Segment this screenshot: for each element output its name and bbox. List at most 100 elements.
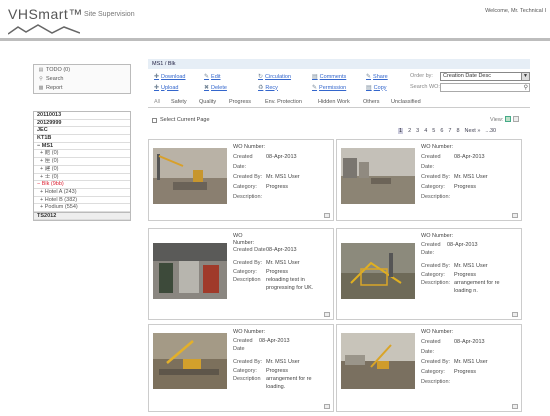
tree-node-podium[interactable]: + Podium (554) xyxy=(34,204,130,212)
filter-others[interactable]: Others xyxy=(363,99,380,105)
recy-button[interactable]: ♻ Recy xyxy=(258,84,278,92)
work-order-card[interactable]: WO Number: Created Date: 08-Apr-2013 Crea… xyxy=(336,228,522,320)
page-link[interactable]: 4 xyxy=(424,128,427,134)
search-link[interactable]: ⚲ Search xyxy=(34,74,130,83)
card-select-checkbox[interactable] xyxy=(512,213,518,218)
select-page-checkbox[interactable] xyxy=(152,117,157,123)
tree-node-hotel-b[interactable]: + Hotel B (382) xyxy=(34,197,130,205)
select-current-page[interactable]: Select Current Page xyxy=(152,117,210,123)
report-link[interactable]: ▩ Report xyxy=(34,83,130,92)
page-link[interactable]: 2 xyxy=(408,128,411,134)
created-date-value: 08-Apr-2013 xyxy=(266,154,297,160)
grid-view-icon[interactable] xyxy=(505,116,511,122)
created-by-value: Mr. MS1 User xyxy=(454,359,488,365)
pencil-icon: ✎ xyxy=(204,74,210,80)
page-link[interactable]: 6 xyxy=(440,128,443,134)
page-link[interactable]: 8 xyxy=(456,128,459,134)
next-page-link[interactable]: Next » xyxy=(465,128,481,134)
share-button[interactable]: ✎ Share xyxy=(366,73,388,81)
upload-label: Upload xyxy=(161,84,179,91)
edit-button[interactable]: ✎ Edit xyxy=(204,73,221,81)
permission-button[interactable]: ✎ Permission xyxy=(312,84,347,92)
tree-node-jec[interactable]: JEC xyxy=(34,127,130,136)
filter-quality[interactable]: Quality xyxy=(199,99,216,105)
tree-node-20110013[interactable]: 20110013 xyxy=(34,112,130,120)
site-photo xyxy=(341,148,415,204)
circulation-button[interactable]: ↻ Circulation xyxy=(258,73,291,81)
copy-icon: ▤ xyxy=(366,85,372,91)
report-label: Report xyxy=(46,84,63,91)
list-view-icon[interactable] xyxy=(513,116,519,122)
filter-all[interactable]: All xyxy=(154,99,160,105)
delete-button[interactable]: ✖ Delete xyxy=(204,84,227,92)
permission-label: Permission xyxy=(319,84,347,91)
card-select-checkbox[interactable] xyxy=(324,213,330,218)
filter-env-protection[interactable]: Env. Protection xyxy=(265,99,302,105)
filter-hidden-work[interactable]: Hidden Work xyxy=(318,99,350,105)
page-link[interactable]: 3 xyxy=(416,128,419,134)
circulation-icon: ↻ xyxy=(258,74,264,80)
work-order-card[interactable]: WO Number: Created Date 08-Apr-2013 Creat… xyxy=(148,228,334,320)
site-photo xyxy=(341,333,415,389)
breadcrumb-text: MS1 / Blk xyxy=(152,61,176,67)
site-photo xyxy=(153,148,227,204)
order-by-value: Creation Date Desc xyxy=(443,73,491,79)
logo-wave-icon xyxy=(8,24,80,35)
created-date-value: 08-Apr-2013 xyxy=(454,154,485,160)
todo-link[interactable]: ▤ TODO (0) xyxy=(34,65,130,74)
download-button[interactable]: ✚ Download xyxy=(154,73,186,81)
upload-button[interactable]: ✚ Upload xyxy=(154,84,179,92)
work-order-card[interactable]: WO Number: Created Date: 08-Apr-2013 Crea… xyxy=(336,139,522,221)
description-value: arrangement for re loading. xyxy=(266,376,312,390)
copy-button[interactable]: ▤ Copy xyxy=(366,84,387,92)
created-date-value: 08-Apr-2013 xyxy=(447,242,478,248)
tree-node-20129999[interactable]: 20129999 xyxy=(34,120,130,128)
filter-safety[interactable]: Safety xyxy=(171,99,187,105)
work-order-card[interactable]: WO Number: Created Date 08-Apr-2013 Creat… xyxy=(148,324,334,412)
toolbar: ✚ Download ✚ Upload ✎ Edit ✖ Delete ↻ Circula… xyxy=(148,72,530,94)
search-wo-input[interactable]: ⚲ xyxy=(440,83,530,92)
tree-node-child-1[interactable]: + 館 (0) xyxy=(34,150,130,159)
card-select-checkbox[interactable] xyxy=(512,312,518,317)
card-select-checkbox[interactable] xyxy=(324,312,330,317)
created-by-label: Created By: xyxy=(233,174,263,180)
site-photo xyxy=(341,243,415,299)
page-link[interactable]: 5 xyxy=(432,128,435,134)
wo-number-label: WO Number: xyxy=(233,233,255,246)
tree-node-hotel-a[interactable]: + Hotel A (243) xyxy=(34,189,130,197)
card-select-checkbox[interactable] xyxy=(512,404,518,409)
recy-label: Recy xyxy=(265,84,278,91)
wo-number-label: WO Number: xyxy=(233,144,266,150)
tree-node-blk[interactable]: − Blk (9bb) xyxy=(34,181,130,189)
tree-node-kt1b[interactable]: KT1B xyxy=(34,135,130,143)
search-icon[interactable]: ⚲ xyxy=(524,84,528,91)
comments-button[interactable]: ▤ Comments xyxy=(312,73,346,81)
tree-node-ts2012[interactable]: TS2012 xyxy=(34,211,130,220)
card-info: WO Number: Created Date 08-Apr-2013 Creat… xyxy=(233,231,329,292)
order-by-select[interactable]: Creation Date Desc ▼ xyxy=(440,72,530,81)
filter-unclassified[interactable]: Unclassified xyxy=(391,99,421,105)
page-link[interactable]: 7 xyxy=(448,128,451,134)
tree-node-child-4[interactable]: + 士 (0) xyxy=(34,174,130,182)
filter-progress[interactable]: Progress xyxy=(229,99,251,105)
description-label: Description xyxy=(233,376,261,382)
page-link[interactable]: 1 xyxy=(398,128,404,134)
category-value: Progress xyxy=(266,269,289,275)
app-logo-subtitle: Site Supervision xyxy=(84,11,135,18)
chart-icon: ▩ xyxy=(38,84,44,91)
work-order-card[interactable]: WO Number: Created Date: 08-Apr-2013 Crea… xyxy=(336,324,522,412)
card-select-checkbox[interactable] xyxy=(324,404,330,409)
work-order-card[interactable]: WO Number: Created Date: 08-Apr-2013 Crea… xyxy=(148,139,334,221)
tree-node-ms1[interactable]: − MS1 xyxy=(34,143,130,151)
created-date-label: Created Date xyxy=(233,247,266,253)
tree-node-child-2[interactable]: + 座 (0) xyxy=(34,158,130,166)
created-by-value: Mr. MS1 User xyxy=(266,260,300,266)
tree-node-child-3[interactable]: + 建 (0) xyxy=(34,166,130,174)
description-label: Description: xyxy=(233,194,263,200)
description-label: Description: xyxy=(421,379,451,385)
share-label: Share xyxy=(373,73,388,80)
created-date-label: Created Date: xyxy=(233,154,253,170)
last-page-link[interactable]: ...30 xyxy=(485,128,496,134)
category-label: Category: xyxy=(421,369,445,375)
breadcrumb: MS1 / Blk xyxy=(148,59,530,69)
